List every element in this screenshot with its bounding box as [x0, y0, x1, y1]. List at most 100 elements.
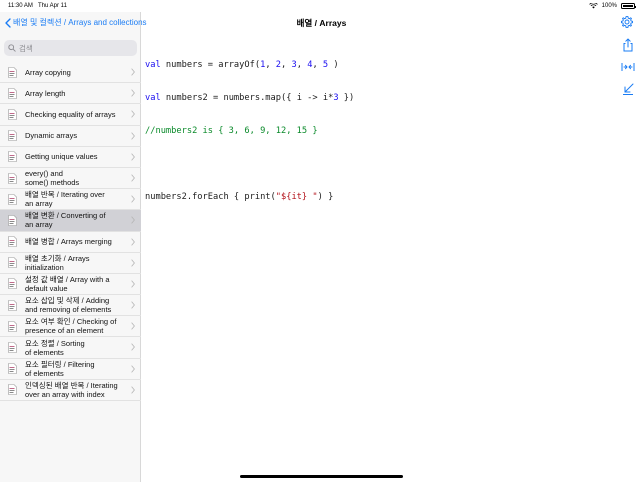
- search-input[interactable]: [19, 43, 129, 53]
- list-item-label-line1: every() and: [25, 169, 63, 179]
- code-token: val: [145, 93, 161, 103]
- list-item-label-line1: 배열 초기화 / Arrays: [25, 253, 90, 263]
- list-item[interactable]: 인덱싱된 배열 반복 / Iterating over an array with…: [0, 380, 141, 401]
- chevron-right-icon: [131, 259, 135, 267]
- search-bar[interactable]: [4, 40, 137, 56]
- list-item[interactable]: Array length: [0, 83, 141, 105]
- list-item[interactable]: Dynamic arrays: [0, 126, 141, 147]
- list-item[interactable]: Getting unique values: [0, 147, 141, 168]
- list-item-label-line2: and removing of elements: [25, 305, 112, 315]
- chevron-right-icon: [131, 89, 135, 97]
- document-icon: [8, 384, 17, 396]
- list-item-label-line1: 요소 정렬 / Sorting: [25, 338, 85, 348]
- document-icon: [8, 172, 17, 184]
- code-token: "${it} ": [275, 192, 318, 202]
- status-right: 100%: [588, 3, 636, 9]
- list-item[interactable]: 배열 초기화 / Arrays initialization: [0, 253, 141, 274]
- list-item-label: 배열 반복 / Iterating over an array: [25, 190, 125, 208]
- list-item-label-line2: an array: [25, 199, 53, 209]
- list-item[interactable]: 요소 정렬 / Sorting of elements: [0, 337, 141, 359]
- chevron-right-icon: [131, 195, 135, 203]
- list-item[interactable]: 요소 삽입 및 삭제 / Adding and removing of eleme…: [0, 295, 141, 317]
- list-item[interactable]: 요소 여부 확인 / Checking of presence of an ele…: [0, 316, 141, 338]
- chevron-right-icon: [131, 153, 135, 161]
- document-icon: [8, 66, 17, 78]
- list-item-label-line1: 요소 삽입 및 삭제 / Adding: [25, 296, 110, 306]
- back-button-label: 배열 및 컬렉션 / Arrays and collections: [13, 18, 147, 27]
- topic-list: Array copying Array length Checking equali…: [0, 62, 141, 401]
- status-date: Thu Apr 11: [38, 3, 67, 9]
- back-button[interactable]: 배열 및 컬렉션 / Arrays and collections: [5, 17, 147, 28]
- chevron-right-icon: [131, 110, 135, 119]
- list-item-label: 배열 병합 / Arrays merging: [25, 237, 125, 246]
- code-token: numbers2.forEach { print(: [145, 192, 276, 202]
- document-icon: [8, 363, 17, 375]
- code-token: numbers = arrayOf(: [160, 60, 261, 70]
- document-icon: [8, 193, 17, 205]
- code-token: ): [328, 60, 339, 70]
- chevron-right-icon: [131, 364, 135, 373]
- document-icon: [8, 87, 17, 99]
- code-token: numbers2 = numbers.map({ i -> i*: [160, 93, 334, 103]
- list-item-label-line2: default value: [25, 283, 68, 293]
- list-item-label: Dynamic arrays: [25, 131, 125, 140]
- list-item-label-line1: 배열 변환 / Converting of: [25, 211, 106, 221]
- list-item-label: 요소 여부 확인 / Checking of presence of an ele…: [25, 317, 125, 335]
- status-bar: 11:30 AM Thu Apr 11 100%: [0, 0, 643, 12]
- gear-icon[interactable]: [620, 15, 634, 29]
- code-token: ) }: [317, 192, 334, 202]
- document-icon: [8, 109, 17, 120]
- list-item-label-line1: Array copying: [25, 67, 71, 77]
- code-token: ,: [296, 60, 308, 70]
- list-item-label: Getting unique values: [25, 152, 125, 161]
- list-item[interactable]: 설정 값 배열 / Array with a default value: [0, 274, 141, 296]
- battery-percent: 100%: [601, 3, 617, 9]
- chevron-right-icon: [131, 280, 135, 288]
- sidebar-nav-bar: 배열 및 컬렉션 / Arrays and collections: [0, 12, 147, 34]
- list-item-label: 요소 필터링 / Filtering of elements: [25, 360, 125, 378]
- list-item-label: Checking equality of arrays: [25, 110, 125, 119]
- list-item-label-line2: presence of an element: [25, 326, 104, 336]
- list-item[interactable]: every() and some() methods: [0, 168, 141, 190]
- sidebar: 배열 및 컬렉션 / Arrays and collections Array …: [0, 12, 147, 482]
- list-item-label-line1: 설정 값 배열 / Array with a: [25, 274, 110, 284]
- list-item-label-line1: 배열 병합 / Arrays merging: [25, 237, 112, 247]
- code-token: ,: [281, 60, 292, 70]
- list-item-label-line1: Dynamic arrays: [25, 131, 78, 141]
- status-time: 11:30 AM: [8, 3, 33, 9]
- code-line-2: val numbers2 = numbers.map({ i -> i*3 }): [145, 93, 354, 104]
- list-item[interactable]: Checking equality of arrays: [0, 104, 141, 126]
- list-item-label-line1: 배열 반복 / Iterating over: [25, 190, 105, 200]
- code-line-5: numbers2.forEach { print("${it} ") }: [145, 192, 354, 203]
- list-item[interactable]: 배열 병합 / Arrays merging: [0, 232, 141, 253]
- document-icon: [8, 321, 17, 332]
- list-item[interactable]: 요소 필터링 / Filtering of elements: [0, 359, 141, 380]
- list-item-label-line1: 요소 여부 확인 / Checking of: [25, 317, 117, 327]
- list-item[interactable]: 배열 변환 / Converting of an array: [0, 210, 141, 232]
- shrink-icon[interactable]: [621, 82, 635, 96]
- list-item-label: 설정 값 배열 / Array with a default value: [25, 275, 125, 293]
- chevron-right-icon: [131, 216, 135, 224]
- code-line-1: val numbers = arrayOf(1, 2, 3, 4, 5 ): [145, 60, 354, 71]
- list-item-label-line2: of elements: [25, 347, 64, 357]
- list-item-label-line2: some() methods: [25, 178, 80, 188]
- chevron-right-icon: [131, 343, 135, 352]
- list-item-label: 인덱싱된 배열 반복 / Iterating over an array with…: [25, 381, 125, 399]
- code-token: ,: [312, 60, 323, 70]
- chevron-right-icon: [131, 237, 135, 246]
- home-indicator[interactable]: [240, 475, 403, 478]
- share-icon[interactable]: [621, 38, 635, 52]
- list-item-label-line2: an array: [25, 220, 53, 230]
- list-item[interactable]: 배열 반복 / Iterating over an array: [0, 189, 141, 211]
- list-item-label: 배열 초기화 / Arrays initialization: [25, 254, 125, 272]
- document-icon: [8, 236, 17, 247]
- collapse-icon[interactable]: [621, 60, 635, 74]
- wifi-icon: [588, 3, 598, 9]
- list-item-label-line1: 인덱싱된 배열 반복 / Iterating: [25, 380, 118, 390]
- document-icon: [8, 299, 17, 311]
- document-icon: [8, 257, 17, 269]
- list-item-label-line1: Getting unique values: [25, 152, 98, 162]
- chevron-right-icon: [131, 322, 135, 330]
- list-item[interactable]: Array copying: [0, 62, 141, 84]
- back-chevron-icon: [5, 17, 11, 28]
